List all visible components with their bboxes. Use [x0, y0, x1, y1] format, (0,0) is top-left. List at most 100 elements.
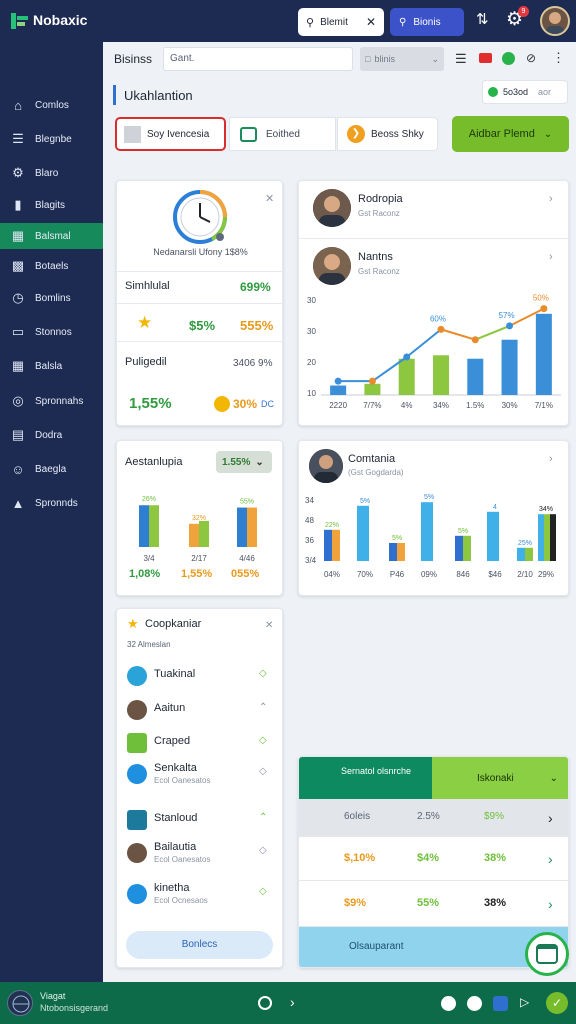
bar [550, 514, 556, 561]
floating-window-button[interactable] [525, 932, 569, 976]
chip-edited-label: Eoithed [266, 128, 300, 140]
table-header-right[interactable]: Iskonaki ⌄ [432, 757, 568, 799]
chevron-right-icon[interactable]: › [549, 251, 553, 263]
sidebar-item[interactable]: ▦ Balsla [0, 353, 103, 379]
sidebar-item[interactable]: ◷ Bomlins [0, 285, 103, 311]
bar [247, 507, 257, 547]
chip-edited[interactable]: Eoithed [229, 117, 336, 151]
bar [421, 502, 433, 561]
diamond-icon[interactable]: ⌃ [259, 812, 267, 823]
chevron-right-icon[interactable]: › [290, 994, 295, 1010]
bar [455, 535, 463, 561]
y-tick-label: 48 [305, 516, 314, 525]
data-label: 26% [142, 496, 156, 503]
chip-selected[interactable]: Soy Ivencesia [115, 117, 226, 151]
sidebar-item[interactable]: ▮ Blagits [0, 192, 103, 218]
summary-row1-value: 699% [240, 280, 271, 294]
point [437, 325, 445, 333]
sidebar-item[interactable]: ▭ Stonnos [0, 319, 103, 345]
list-item-name[interactable]: kinetha [154, 882, 189, 894]
table-cell: $,10% [344, 852, 376, 864]
close-icon[interactable]: ✕ [366, 15, 376, 29]
more-icon[interactable]: ⋮ [552, 50, 565, 66]
sidebar-item[interactable]: ▤ Dodra [0, 422, 103, 448]
sidebar-item[interactable]: ☺ Baegla [0, 456, 103, 482]
avatar-icon [127, 843, 147, 863]
sidebar-item-label: Dodra [35, 429, 63, 441]
list-item-name[interactable]: Craped [154, 735, 190, 747]
play-icon[interactable]: ▷ [520, 995, 529, 1009]
close-icon[interactable]: ✕ [265, 620, 273, 631]
sidebar-item[interactable]: ☰ Blegnbe [0, 126, 103, 152]
arrow-circle-icon: ❯ [347, 125, 365, 143]
small-bar-chart: 26% 3/4 32% 2/17 55% 4/46 [139, 496, 257, 563]
video-icon[interactable] [479, 53, 492, 63]
app-icon-1[interactable] [441, 996, 456, 1011]
primary-action-button[interactable]: Aidbar Plemd ⌄ [452, 116, 569, 152]
sidebar-item[interactable]: ▩ Botaels [0, 253, 103, 279]
x-tick-label: 30% [502, 401, 518, 410]
check-icon[interactable]: ✓ [546, 992, 568, 1014]
list-item-name[interactable]: Aaitun [154, 702, 185, 714]
app-icon-3[interactable] [493, 996, 508, 1011]
data-label: 5% [360, 498, 370, 505]
link-icon[interactable]: ⊘ [526, 51, 536, 65]
chip-boss-label: Beoss Shky [371, 128, 424, 140]
diamond-icon[interactable]: ◇ [259, 766, 267, 777]
primary-action-button-label: Aidbar Plemd [468, 128, 535, 140]
bar [324, 529, 332, 561]
filter-icon[interactable]: ⇅ [476, 10, 489, 28]
bar [535, 313, 552, 395]
list-item-name[interactable]: Senkalta [154, 762, 197, 774]
document-icon [127, 733, 147, 753]
toolbar-search-input[interactable]: Gant. [163, 47, 353, 71]
bar [397, 543, 405, 561]
chevron-right-icon[interactable]: › [548, 851, 553, 867]
sidebar-item[interactable]: ▲ Spronnds [0, 490, 103, 516]
menu-icon[interactable]: ☰ [455, 51, 467, 67]
chevron-right-icon[interactable]: › [549, 193, 553, 205]
list-title: Coopkaniar [145, 618, 202, 630]
diamond-icon[interactable]: ⌃ [259, 702, 267, 713]
diamond-icon[interactable]: ◇ [259, 845, 267, 856]
chevron-right-icon[interactable]: › [548, 896, 553, 912]
x-tick-label: 4% [401, 401, 413, 410]
top-search[interactable]: ⚲ Blemit ✕ [298, 8, 384, 36]
list-item-name[interactable]: Tuakinal [154, 668, 195, 680]
clock-icon [172, 189, 228, 245]
sidebar-item[interactable]: ▦ Balsmal [0, 223, 103, 249]
search-icon[interactable] [258, 996, 272, 1010]
bar [544, 514, 550, 561]
list-item-name[interactable]: Stanloud [154, 812, 197, 824]
summary-subtitle: Nedanarsli Ufony 1$8% [153, 247, 248, 257]
x-tick-label: 04% [324, 570, 340, 579]
small-bar-badge[interactable]: 1.55% ⌄ [216, 451, 272, 473]
toolbar-dropdown[interactable]: □ blinis ⌄ [360, 47, 444, 71]
close-icon[interactable]: ✕ [265, 192, 274, 205]
sidebar-item[interactable]: ⚙ Blaro [0, 160, 103, 186]
star-icon: ★ [137, 313, 153, 332]
top-blue-button[interactable]: ⚲ Bionis [390, 8, 464, 36]
sidebar-item[interactable]: ◎ Spronnahs [0, 388, 103, 414]
toolbar-dropdown-value: blinis [374, 54, 395, 64]
list-footer-button[interactable]: Bonlecs [126, 931, 273, 959]
globe-icon [7, 990, 33, 1016]
chip-boss[interactable]: ❯ Beoss Shky [337, 117, 438, 151]
status-pill[interactable]: 5o3od aor [482, 80, 568, 104]
user-avatar[interactable] [540, 6, 570, 36]
diamond-icon[interactable]: ◇ [259, 886, 267, 897]
chevron-right-icon[interactable]: › [548, 810, 553, 826]
search-icon: ⚲ [306, 16, 315, 29]
list-item-name[interactable]: Bailautia [154, 841, 196, 853]
chevron-right-icon[interactable]: › [549, 453, 553, 465]
sidebar-item-label: Baegla [35, 463, 67, 475]
chat-icon[interactable] [502, 52, 515, 65]
app-logo-text: Nobaxic [33, 12, 88, 28]
diamond-icon[interactable]: ◇ [259, 668, 267, 679]
bar [517, 547, 525, 561]
bar [357, 505, 369, 561]
diamond-icon[interactable]: ◇ [259, 735, 267, 746]
sidebar-item[interactable]: ⌂ Comlos [0, 92, 103, 118]
app-icon-2[interactable] [467, 996, 482, 1011]
summary-row1-label: Simhlulal [125, 280, 170, 292]
